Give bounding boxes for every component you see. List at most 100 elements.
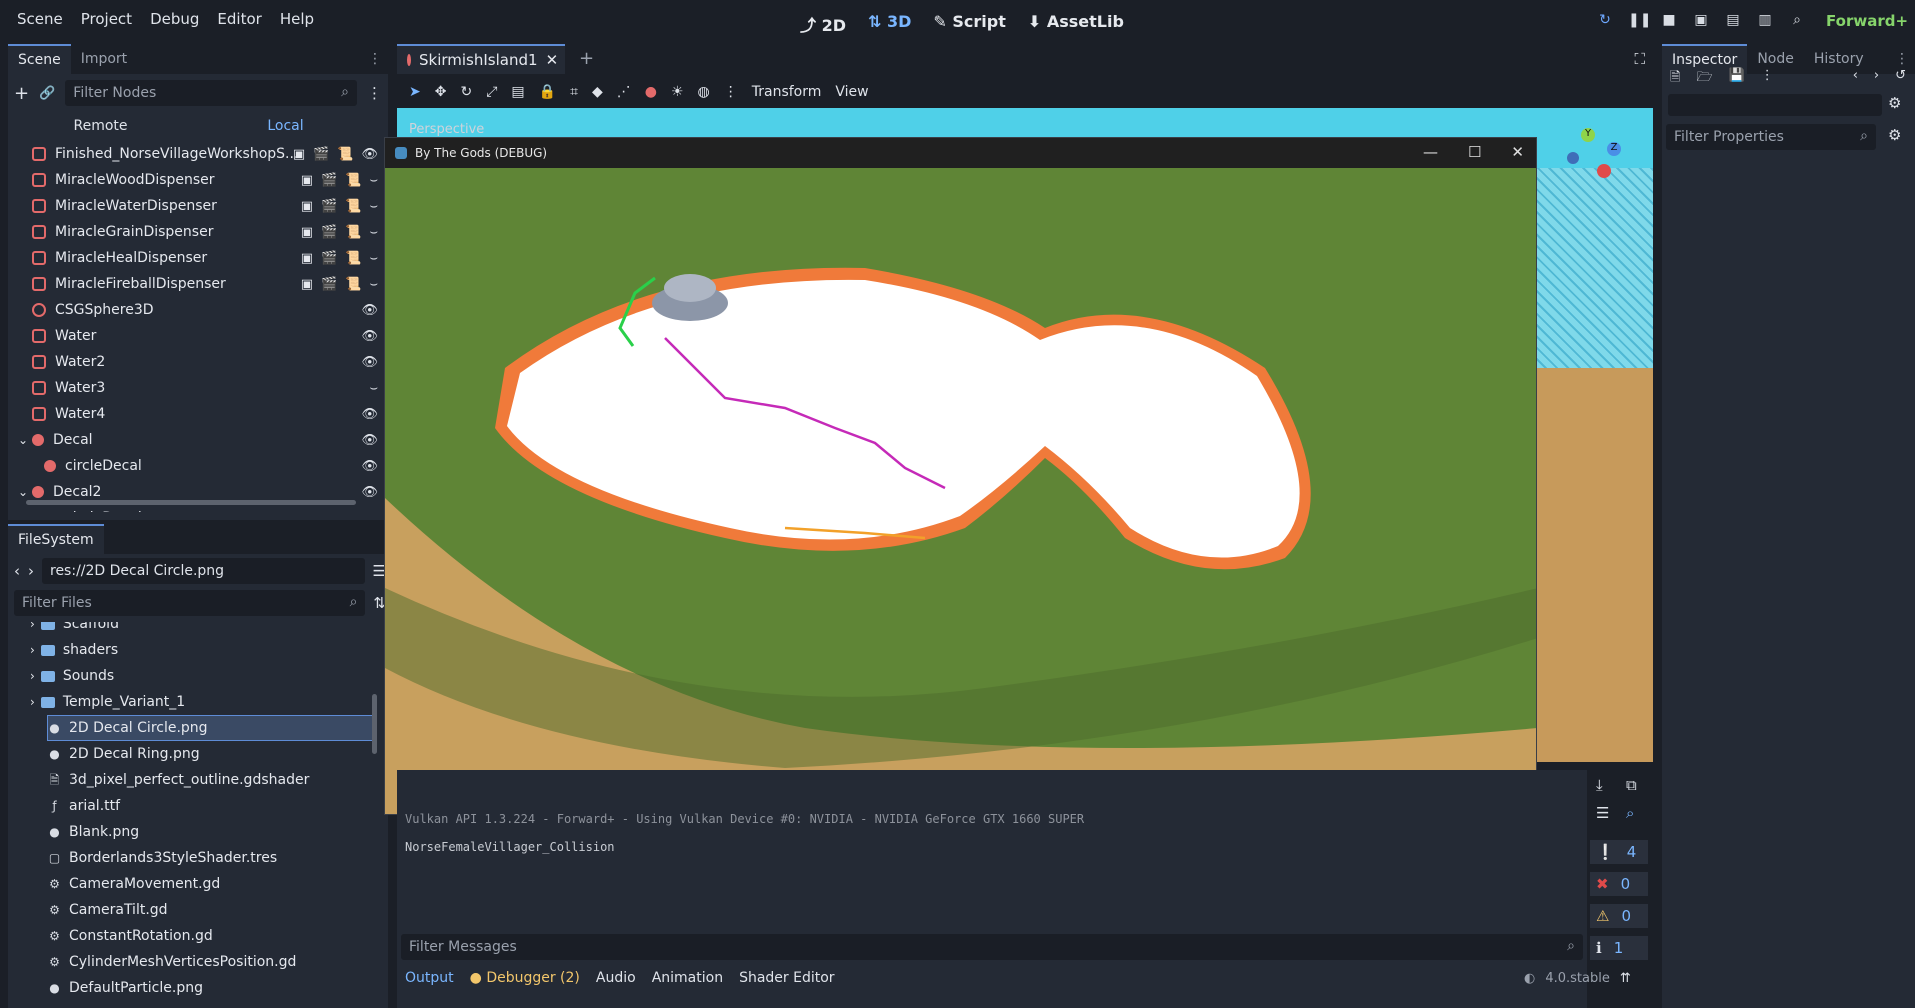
update-spinner-icon[interactable]: ◐ (1524, 971, 1535, 986)
node-badge-icon[interactable]: 🎬 (321, 199, 337, 214)
file-item[interactable]: ⚙ CameraMovement.gd (48, 872, 376, 896)
object-field[interactable] (1668, 94, 1882, 116)
game-window[interactable]: By The Gods (DEBUG) — ☐ ✕ (384, 137, 1537, 815)
expand-bottom-panel-icon[interactable]: ⇈ (1620, 971, 1631, 986)
errors-toggle[interactable]: ✖ 0 (1590, 872, 1648, 896)
visibility-icon[interactable]: 👁 (361, 485, 378, 500)
sun-icon[interactable]: ☀ (671, 84, 684, 100)
file-item[interactable]: ● 2D Decal Ring.png (48, 742, 376, 766)
tab-animation[interactable]: Animation (652, 970, 723, 986)
tab-shader-editor[interactable]: Shader Editor (739, 970, 834, 986)
open-resource-icon[interactable]: 🗁 (1696, 68, 1712, 90)
file-item[interactable]: › Scaffold (30, 622, 370, 636)
expand-caret-icon[interactable]: ⌄ (18, 485, 28, 499)
link-icon[interactable]: 🔗 (39, 86, 55, 101)
close-icon[interactable]: ✕ (1511, 143, 1524, 161)
menu-scene[interactable]: Scene (8, 10, 72, 28)
menu-editor[interactable]: Editor (208, 10, 270, 28)
local-space-icon[interactable]: ◆ (592, 84, 603, 100)
gizmo-x[interactable] (1597, 164, 1611, 178)
local-button[interactable]: Local (193, 114, 378, 140)
scene-node-row[interactable]: Water 👁 (32, 324, 378, 348)
list-tool-icon[interactable]: ▤ (511, 84, 524, 100)
remote-button[interactable]: Remote (8, 114, 193, 140)
visibility-icon[interactable]: ⌣ (369, 251, 378, 266)
node-badge-icon[interactable]: 📜 (345, 225, 361, 240)
node-badge-icon[interactable]: 📜 (345, 199, 361, 214)
expand-caret-icon[interactable]: › (30, 695, 35, 709)
pause-icon[interactable]: ❚❚ (1628, 12, 1651, 30)
file-item[interactable]: ƒ arial.ttf (48, 794, 376, 818)
close-tab-icon[interactable]: ✕ (546, 51, 567, 69)
tab-debugger[interactable]: ● Debugger (2) (470, 970, 580, 986)
tab-filesystem[interactable]: FileSystem (8, 524, 104, 554)
scene-tree-scrollbar[interactable] (26, 500, 356, 505)
messages-toggle[interactable]: ❕ 4 (1590, 840, 1648, 864)
scene-node-row[interactable]: Finished_NorseVillageWorkshopS... ▣ 🎬 📜 👁 (32, 142, 378, 166)
menu-debug[interactable]: Debug (141, 10, 208, 28)
node-badge-icon[interactable]: 📜 (345, 251, 361, 266)
distraction-free-icon[interactable]: ⛶ (1634, 50, 1645, 68)
scene-node-row[interactable]: Water3 ⌣ (32, 376, 378, 400)
remote-debug-icon[interactable]: ▣ (1692, 12, 1710, 30)
filter-nodes-input[interactable]: Filter Nodes ⌕ (65, 80, 357, 106)
node-badge-icon[interactable]: 📜 (337, 147, 353, 162)
expand-caret-icon[interactable]: › (30, 622, 35, 631)
scene-node-row[interactable]: ⌄ Decal 👁 (18, 428, 378, 452)
visibility-icon[interactable]: 👁 (361, 511, 378, 513)
file-item[interactable]: › Sounds (30, 664, 370, 688)
path-field[interactable]: res://2D Decal Circle.png (42, 558, 365, 584)
file-item[interactable]: › shaders (30, 638, 370, 662)
tab-import[interactable]: Import (71, 45, 137, 73)
mode-assetlib-button[interactable]: ⬇ AssetLib (1028, 12, 1124, 36)
back-icon[interactable]: ‹ (14, 562, 20, 580)
node-badge-icon[interactable]: ▣ (301, 251, 313, 266)
visibility-icon[interactable]: 👁 (361, 355, 378, 370)
scene-node-row[interactable]: CSGSphere3D 👁 (32, 298, 378, 322)
expand-caret-icon[interactable]: ⌄ (18, 433, 28, 447)
history-icon[interactable]: ↺ (1895, 68, 1906, 90)
visibility-icon[interactable]: ⌣ (369, 381, 378, 396)
select-tool-icon[interactable]: ➤ (409, 84, 421, 100)
mode-3d-button[interactable]: ⇅ 3D (868, 12, 911, 36)
visibility-icon[interactable]: 👁 (361, 329, 378, 344)
search-icon[interactable]: ⌕ (1626, 804, 1634, 822)
resource-menu-icon[interactable]: ⋮ (1761, 68, 1774, 90)
gizmo-neg-z[interactable] (1567, 152, 1579, 164)
node-badge-icon[interactable]: 📜 (345, 173, 361, 188)
visibility-icon[interactable]: 👁 (361, 147, 378, 162)
property-tools-icon[interactable]: ⚙ (1888, 126, 1901, 144)
scene-menu-icon[interactable]: ⋮ (367, 84, 382, 102)
object-tools-icon[interactable]: ⚙ (1888, 94, 1901, 112)
more-icon[interactable]: ⋮ (724, 84, 738, 100)
play-scene-icon[interactable]: ▤ (1724, 12, 1742, 30)
visibility-icon[interactable]: 👁 (361, 407, 378, 422)
file-item[interactable]: ▢ Borderlands3StyleShader.tres (48, 846, 376, 870)
move-tool-icon[interactable]: ✥ (435, 84, 447, 100)
tab-scene[interactable]: Scene (8, 44, 71, 74)
clear-output-icon[interactable]: ⤓ (1596, 776, 1603, 794)
visibility-icon[interactable]: ⌣ (369, 199, 378, 214)
group-icon[interactable]: ⌗ (570, 84, 578, 100)
file-item[interactable]: ● 2D Decal Circle.png (47, 715, 376, 741)
node-badge-icon[interactable]: 🎬 (313, 147, 329, 162)
play-custom-icon[interactable]: ▥ (1756, 12, 1774, 30)
minimize-icon[interactable]: — (1423, 143, 1438, 161)
history-forward-icon[interactable]: › (1874, 68, 1879, 90)
transform-menu[interactable]: Transform (752, 84, 822, 100)
forward-icon[interactable]: › (28, 562, 34, 580)
gizmo-z[interactable]: Z (1607, 142, 1621, 156)
dock-menu-icon[interactable]: ⋮ (368, 51, 388, 67)
file-item[interactable]: ● Blank.png (48, 820, 376, 844)
rotate-tool-icon[interactable]: ↻ (460, 84, 472, 100)
game-window-titlebar[interactable]: By The Gods (DEBUG) — ☐ ✕ (385, 138, 1536, 168)
expand-caret-icon[interactable]: › (30, 669, 35, 683)
scale-tool-icon[interactable]: ⤢ (486, 84, 497, 100)
maximize-icon[interactable]: ☐ (1468, 143, 1481, 161)
axis-gizmo[interactable]: Y Z (1567, 128, 1627, 188)
file-list-scrollbar[interactable] (372, 694, 377, 754)
scene-node-row[interactable]: MiracleWaterDispenser ▣ 🎬 📜 ⌣ (32, 194, 378, 218)
filter-properties-input[interactable]: Filter Properties ⌕ (1666, 124, 1876, 150)
reload-icon[interactable]: ↻ (1596, 12, 1614, 30)
scene-node-row[interactable]: Water2 👁 (32, 350, 378, 374)
